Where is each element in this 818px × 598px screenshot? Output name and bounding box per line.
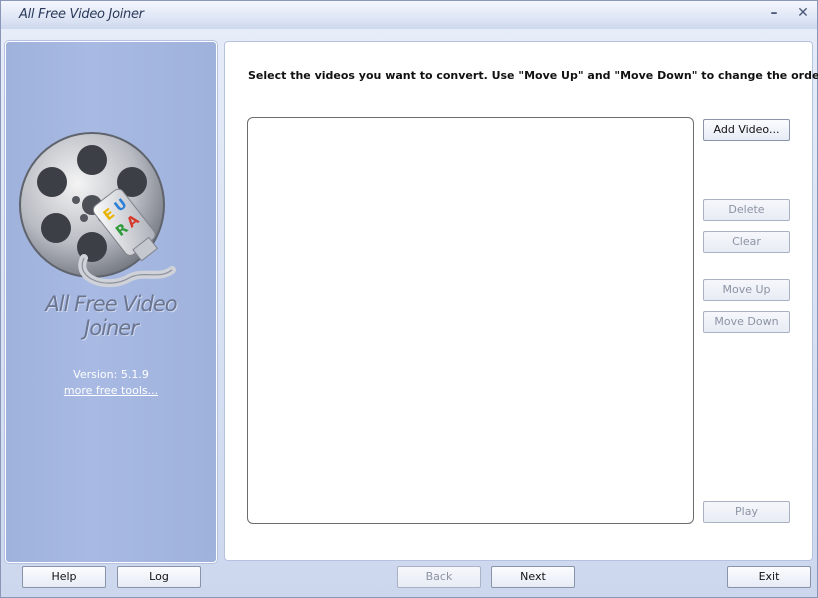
app-name-line2: Joiner	[84, 316, 139, 340]
film-reel-tube-icon: E U R A	[14, 130, 184, 300]
window-title: All Free Video Joiner	[19, 7, 144, 22]
instruction-text: Select the videos you want to convert. U…	[248, 69, 818, 82]
app-name-line1: All Free Video	[45, 292, 177, 316]
main-panel: Select the videos you want to convert. U…	[224, 41, 818, 561]
app-window: All Free Video Joiner – ✕ E U R A All Fr…	[0, 0, 818, 598]
move-down-button[interactable]: Move Down	[703, 311, 790, 333]
minimize-icon[interactable]: –	[765, 4, 783, 22]
log-button[interactable]: Log	[117, 566, 201, 588]
back-button[interactable]: Back	[397, 566, 481, 588]
play-button[interactable]: Play	[703, 501, 790, 523]
version-label: Version: 5.1.9	[73, 368, 149, 381]
app-name: All Free Video Joiner	[6, 292, 216, 340]
next-button[interactable]: Next	[491, 566, 575, 588]
sidebar-panel: E U R A All Free Video Joiner Version: 5…	[5, 41, 217, 563]
close-icon[interactable]: ✕	[794, 4, 812, 22]
exit-button[interactable]: Exit	[727, 566, 811, 588]
delete-button[interactable]: Delete	[703, 199, 790, 221]
more-free-tools-link[interactable]: more free tools...	[6, 384, 216, 397]
move-up-button[interactable]: Move Up	[703, 279, 790, 301]
add-video-button[interactable]: Add Video...	[703, 119, 790, 141]
clear-button[interactable]: Clear	[703, 231, 790, 253]
video-list[interactable]	[247, 117, 694, 524]
help-button[interactable]: Help	[22, 566, 106, 588]
title-bar[interactable]: All Free Video Joiner – ✕	[1, 1, 817, 29]
